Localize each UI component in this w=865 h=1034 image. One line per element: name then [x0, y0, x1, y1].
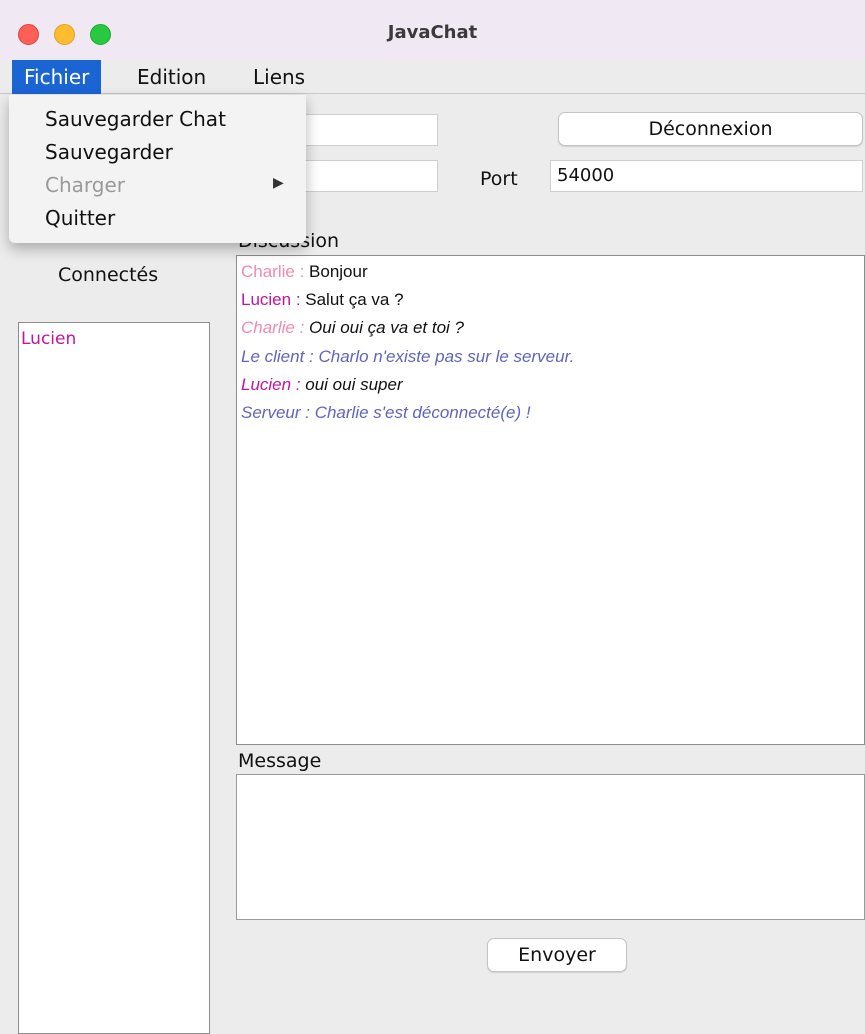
menu-edition[interactable]: Edition: [125, 60, 218, 94]
menu-bar: Fichier Edition Liens: [0, 60, 865, 94]
title-bar: JavaChat: [0, 0, 865, 62]
menu-item-quit[interactable]: Quitter: [45, 206, 115, 230]
chat-message: Lucien : Salut ça va ?: [241, 290, 404, 309]
send-button[interactable]: Envoyer: [487, 938, 627, 972]
chat-message: Charlie : Oui oui ça va et toi ?: [241, 318, 465, 337]
chat-message: Lucien : oui oui super: [241, 375, 403, 394]
system-message: Le client : Charlo n'existe pas sur le s…: [241, 347, 575, 366]
chat-message: Charlie : Bonjour: [241, 262, 368, 281]
discussion-area[interactable]: Charlie : Bonjour Lucien : Salut ça va ?…: [236, 255, 865, 745]
list-item-user[interactable]: Lucien: [21, 329, 76, 349]
system-message: Serveur : Charlie s'est déconnecté(e) !: [241, 403, 531, 422]
message-input[interactable]: [236, 774, 865, 920]
submenu-arrow-icon: ▶: [273, 175, 284, 191]
menu-item-load[interactable]: Charger: [45, 173, 125, 197]
menu-item-save-chat[interactable]: Sauvegarder Chat: [45, 107, 226, 131]
menu-fichier[interactable]: Fichier: [12, 60, 102, 94]
port-value: 54000: [557, 165, 615, 186]
message-label: Message: [238, 750, 322, 772]
connected-users-list[interactable]: Lucien: [18, 322, 210, 1034]
disconnect-button[interactable]: Déconnexion: [558, 112, 863, 146]
window-title: JavaChat: [387, 22, 478, 43]
port-label: Port: [480, 168, 518, 190]
fichier-dropdown-menu: Sauvegarder Chat Sauvegarder Charger ▶ Q…: [9, 95, 306, 243]
menu-item-save[interactable]: Sauvegarder: [45, 140, 173, 164]
menu-liens[interactable]: Liens: [241, 60, 317, 94]
connected-title: Connectés: [58, 264, 159, 286]
port-field[interactable]: 54000: [550, 160, 863, 192]
